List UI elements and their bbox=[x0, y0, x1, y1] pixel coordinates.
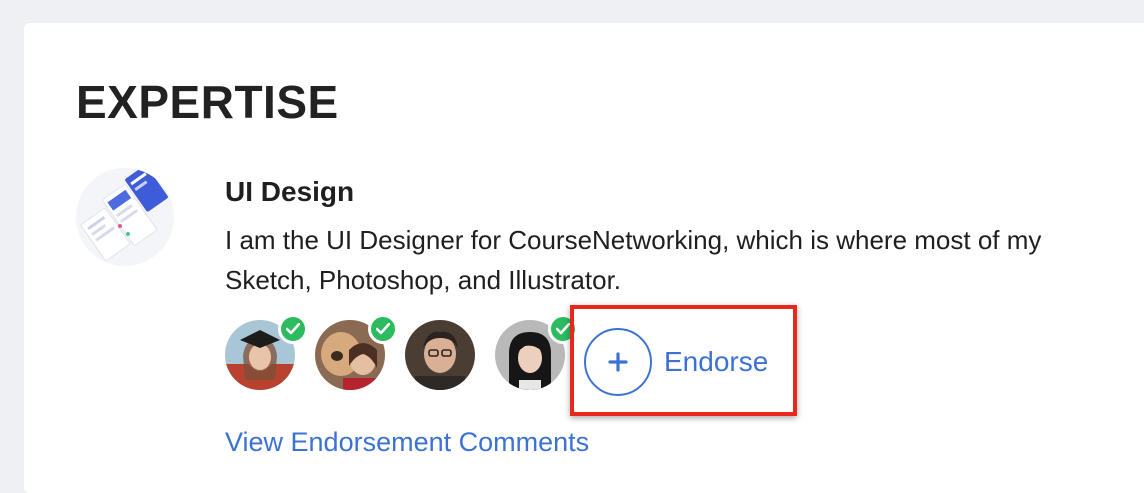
section-title: EXPERTISE bbox=[76, 76, 339, 128]
endorser-avatar[interactable] bbox=[405, 320, 475, 390]
design-mockup-thumbnail-icon bbox=[76, 168, 174, 266]
endorse-button[interactable]: Endorse bbox=[584, 328, 768, 396]
skill-name: UI Design bbox=[225, 176, 355, 207]
skill-description-line: Sketch, Photoshop, and Illustrator. bbox=[225, 265, 622, 295]
verified-badge-icon bbox=[278, 314, 308, 344]
skill-description: I am the UI Designer for CourseNetworkin… bbox=[225, 220, 1144, 300]
verified-badge-icon bbox=[368, 314, 398, 344]
endorse-label: Endorse bbox=[664, 346, 769, 377]
view-endorsement-comments-link[interactable]: View Endorsement Comments bbox=[225, 422, 589, 462]
skill-thumbnail bbox=[76, 168, 174, 266]
plus-icon bbox=[584, 328, 652, 396]
skill-description-line: I am the UI Designer for CourseNetworkin… bbox=[225, 225, 1042, 255]
